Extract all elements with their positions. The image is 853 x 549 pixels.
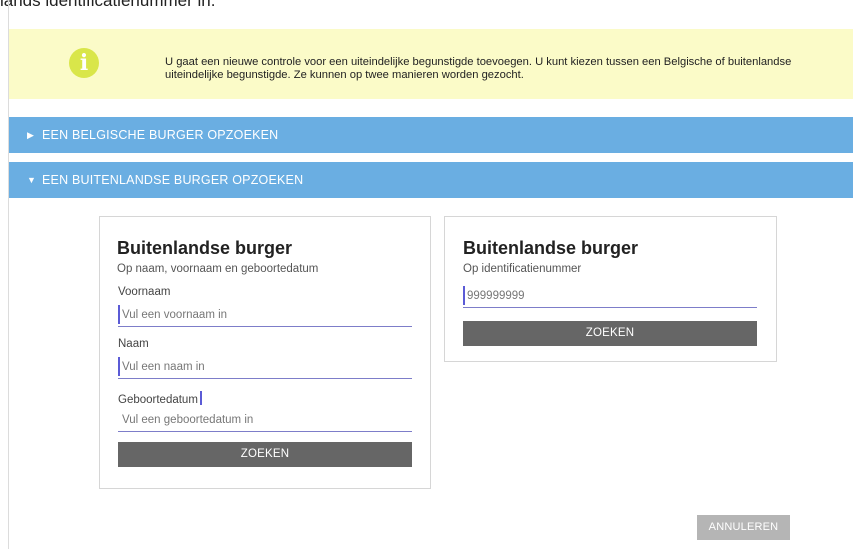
caret-right-icon: ▶ — [27, 130, 35, 140]
firstname-input[interactable]: Vul een voornaam in — [118, 304, 412, 327]
info-icon: i — [69, 48, 99, 78]
birthdate-input[interactable]: Vul een geboortedatum in — [118, 409, 412, 432]
accordion-label: EEN BELGISCHE BURGER OPZOEKEN — [42, 128, 279, 142]
lastname-input[interactable]: Vul een naam in — [118, 356, 412, 379]
firstname-label: Voornaam — [118, 286, 171, 298]
info-text: U gaat een nieuwe controle voor een uite… — [165, 56, 792, 81]
id-number-input[interactable]: 999999999 — [463, 285, 757, 308]
caret-down-icon: ▼ — [27, 175, 37, 185]
lastname-label: Naam — [118, 338, 149, 350]
search-by-name-button[interactable]: ZOEKEN — [118, 442, 412, 467]
card-title: Buitenlandse burger — [463, 238, 639, 258]
search-by-name-card: Buitenlandse burger Op naam, voornaam en… — [99, 216, 431, 489]
card-subtitle: Op naam, voornaam en geboortedatum — [117, 263, 319, 275]
accordion-belgian-citizen[interactable]: ▶ EEN BELGISCHE BURGER OPZOEKEN — [9, 117, 853, 153]
text-cursor — [199, 391, 202, 405]
search-by-id-button[interactable]: ZOEKEN — [463, 321, 757, 346]
page-intro-text: lands identificatienummer in. — [0, 0, 216, 10]
birthdate-label: Geboortedatum — [118, 391, 202, 406]
search-by-id-card: Buitenlandse burger Op identificatienumm… — [444, 216, 777, 362]
info-banner: i U gaat een nieuwe controle voor een ui… — [9, 29, 853, 99]
cancel-button[interactable]: ANNULEREN — [697, 515, 790, 540]
accordion-label: EEN BUITENLANDSE BURGER OPZOEKEN — [42, 173, 304, 187]
card-subtitle: Op identificatienummer — [463, 263, 582, 275]
accordion-foreign-citizen[interactable]: ▼ EEN BUITENLANDSE BURGER OPZOEKEN — [9, 162, 853, 198]
birthdate-label-text: Geboortedatum — [118, 394, 198, 406]
card-title: Buitenlandse burger — [117, 238, 293, 258]
